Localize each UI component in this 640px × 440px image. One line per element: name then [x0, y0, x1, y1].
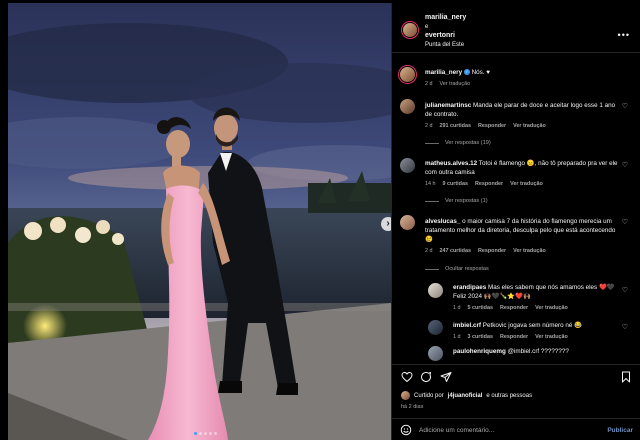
- liked-by: Curtido por j4juanoficial e outras pesso…: [401, 391, 532, 400]
- bookmark-icon[interactable]: [620, 371, 632, 383]
- more-horizontal-icon[interactable]: •••: [618, 30, 630, 40]
- heart-icon[interactable]: [401, 371, 413, 383]
- caption-time: 2 d: [425, 81, 433, 87]
- post-photo[interactable]: ›: [8, 3, 391, 440]
- caption-translate-link[interactable]: Ver tradução: [440, 80, 471, 89]
- post-actions: Curtido por j4juanoficial e outras pesso…: [392, 364, 640, 440]
- replies-line: [425, 268, 439, 270]
- liked-by-avatar[interactable]: [401, 391, 410, 400]
- reply-button[interactable]: Responder: [478, 122, 506, 131]
- reply-time: 1 d: [453, 334, 461, 340]
- caption-user[interactable]: marilia_nery: [425, 69, 462, 76]
- post-side-panel: marilia_nery e evertonri Punta del Este …: [391, 3, 640, 440]
- caption-avatar[interactable]: [400, 67, 415, 82]
- comment-likes[interactable]: 291 curtidas: [440, 122, 471, 131]
- comment-avatar[interactable]: [400, 215, 415, 230]
- comment-avatar[interactable]: [400, 158, 415, 173]
- carousel-dot: [209, 432, 212, 435]
- caption-text: Nós. ♥: [471, 69, 491, 76]
- replies-line: [425, 200, 439, 202]
- comment-like-heart-icon[interactable]: ♡: [622, 218, 628, 226]
- reply-like-heart-icon[interactable]: ♡: [622, 286, 628, 294]
- liked-prefix: Curtido por: [414, 392, 444, 399]
- comment-user[interactable]: julianemartinsc: [425, 102, 471, 109]
- reply-avatar[interactable]: [428, 320, 443, 335]
- carousel-dot: [214, 432, 217, 435]
- post-header: marilia_nery e evertonri Punta del Este …: [392, 3, 640, 53]
- translate-link[interactable]: Ver tradução: [510, 180, 543, 189]
- reply-button[interactable]: Responder: [478, 247, 506, 256]
- comment-user[interactable]: matheus.alves.12: [425, 160, 477, 167]
- coauthor-name[interactable]: evertonri: [425, 32, 455, 39]
- reply-user[interactable]: erandipaes: [453, 284, 486, 291]
- reply-avatar[interactable]: [428, 346, 443, 361]
- publish-button[interactable]: Publicar: [607, 427, 633, 434]
- translate-link[interactable]: Ver tradução: [535, 333, 568, 342]
- reply-time: 1 d: [453, 305, 461, 311]
- reply-text: @imbiel.crf ????????: [507, 348, 569, 355]
- view-replies-toggle[interactable]: Ver respostas (19): [425, 140, 491, 146]
- carousel-dot: [199, 432, 202, 435]
- author-name[interactable]: marilia_nery: [425, 14, 466, 21]
- send-icon[interactable]: [440, 371, 452, 383]
- comment-likes[interactable]: 9 curtidas: [443, 180, 468, 189]
- couple-photo-image: [8, 3, 391, 440]
- reply-user[interactable]: paulohenriquemg: [453, 348, 506, 355]
- carousel-dot: [204, 432, 207, 435]
- reply-likes[interactable]: 5 curtidas: [468, 304, 493, 313]
- liked-suffix-link[interactable]: e outras pessoas: [486, 393, 532, 399]
- coauthor-conjunction: e: [425, 24, 429, 30]
- location-link[interactable]: Punta del Este: [425, 42, 464, 48]
- translate-link[interactable]: Ver tradução: [513, 247, 546, 256]
- left-navigation-strip: [0, 0, 8, 440]
- comment-likes[interactable]: 247 curtidas: [440, 247, 471, 256]
- post-time: há 2 dias: [401, 404, 424, 410]
- view-replies-toggle[interactable]: Ver respostas (1): [425, 198, 488, 204]
- carousel-dot: [194, 432, 197, 435]
- reply-button[interactable]: Responder: [475, 180, 503, 189]
- replies-label[interactable]: Ver respostas (19): [445, 140, 491, 146]
- comment-time: 14 h: [425, 181, 436, 187]
- comment-icon[interactable]: [420, 371, 432, 383]
- comment-input[interactable]: Adicione um comentário...: [419, 427, 494, 434]
- reply-likes[interactable]: 3 curtidas: [468, 333, 493, 342]
- liked-user[interactable]: j4juanoficial: [448, 393, 483, 399]
- replies-label[interactable]: Ver respostas (1): [445, 198, 488, 204]
- author-avatar[interactable]: [403, 23, 417, 37]
- carousel-indicator: [194, 432, 217, 435]
- comment-like-heart-icon[interactable]: ♡: [622, 102, 628, 110]
- reply-button[interactable]: Responder: [500, 333, 528, 342]
- comment-like-heart-icon[interactable]: ♡: [622, 161, 628, 169]
- comment-time: 2 d: [425, 123, 433, 129]
- translate-link[interactable]: Ver tradução: [513, 122, 546, 131]
- translate-link[interactable]: Ver tradução: [535, 304, 568, 313]
- hide-replies-toggle[interactable]: Ocultar respostas: [425, 266, 489, 272]
- reply-user[interactable]: imbiel.crf: [453, 322, 481, 329]
- next-photo-button[interactable]: ›: [381, 217, 391, 231]
- reply-avatar[interactable]: [428, 283, 443, 298]
- reply-like-heart-icon[interactable]: ♡: [622, 323, 628, 331]
- reply-button[interactable]: Responder: [500, 304, 528, 313]
- reply-text: Petkovic jogava sem número né 😂: [482, 322, 582, 329]
- smiley-icon[interactable]: [400, 424, 412, 436]
- comment-time: 2 d: [425, 248, 433, 254]
- replies-label[interactable]: Ocultar respostas: [445, 266, 489, 272]
- comments-list: marilia_nery ✓ Nós. ♥ 2 d Ver tradução j…: [392, 54, 640, 364]
- verified-badge-icon: ✓: [463, 69, 470, 76]
- comment-user[interactable]: alveslucas_: [425, 218, 460, 225]
- comment-avatar[interactable]: [400, 99, 415, 114]
- replies-line: [425, 142, 439, 144]
- add-comment-row: Adicione um comentário... Publicar: [392, 418, 640, 440]
